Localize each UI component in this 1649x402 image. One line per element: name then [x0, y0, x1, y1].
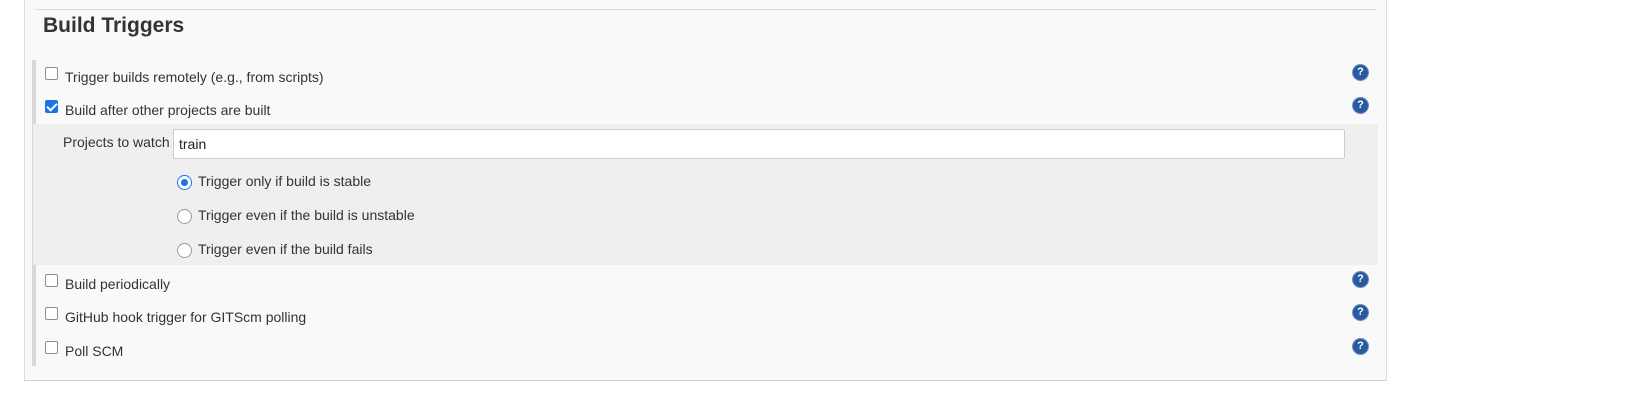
trigger-remote-label[interactable]: Trigger builds remotely (e.g., from scri…: [65, 69, 324, 85]
help-icon[interactable]: ?: [1353, 98, 1368, 113]
build-periodically-checkbox[interactable]: [45, 274, 58, 287]
help-icon[interactable]: ?: [1353, 272, 1368, 287]
build-after-other-label[interactable]: Build after other projects are built: [65, 102, 270, 118]
trigger-remote-checkbox[interactable]: [45, 67, 58, 80]
poll-scm-checkbox[interactable]: [45, 341, 58, 354]
build-after-other-checkbox[interactable]: [45, 100, 58, 113]
trigger-remote-row: Trigger builds remotely (e.g., from scri…: [25, 61, 1386, 94]
poll-scm-label[interactable]: Poll SCM: [65, 343, 123, 359]
radio-unstable-label[interactable]: Trigger even if the build is unstable: [198, 207, 415, 223]
section-title: Build Triggers: [43, 14, 185, 37]
section-divider: [35, 9, 1376, 10]
build-after-other-row: Build after other projects are built ?: [25, 94, 1386, 127]
help-icon[interactable]: ?: [1353, 339, 1368, 354]
build-triggers-panel: Build Triggers Trigger builds remotely (…: [24, 0, 1387, 381]
radio-stable[interactable]: [177, 175, 192, 190]
build-periodically-label[interactable]: Build periodically: [65, 276, 170, 292]
radio-unstable[interactable]: [177, 209, 192, 224]
help-icon[interactable]: ?: [1353, 65, 1368, 80]
build-periodically-row: Build periodically ?: [25, 268, 1386, 301]
github-hook-label[interactable]: GitHub hook trigger for GITScm polling: [65, 309, 306, 325]
github-hook-checkbox[interactable]: [45, 307, 58, 320]
build-after-other-config: Projects to watch Trigger only if build …: [33, 124, 1378, 265]
poll-scm-row: Poll SCM ?: [25, 335, 1386, 368]
github-hook-row: GitHub hook trigger for GITScm polling ?: [25, 301, 1386, 334]
projects-to-watch-label: Projects to watch: [63, 134, 170, 150]
radio-stable-label[interactable]: Trigger only if build is stable: [198, 173, 371, 189]
help-icon[interactable]: ?: [1353, 305, 1368, 320]
radio-fails[interactable]: [177, 243, 192, 258]
radio-fails-label[interactable]: Trigger even if the build fails: [198, 241, 373, 257]
projects-to-watch-input[interactable]: [173, 129, 1345, 159]
